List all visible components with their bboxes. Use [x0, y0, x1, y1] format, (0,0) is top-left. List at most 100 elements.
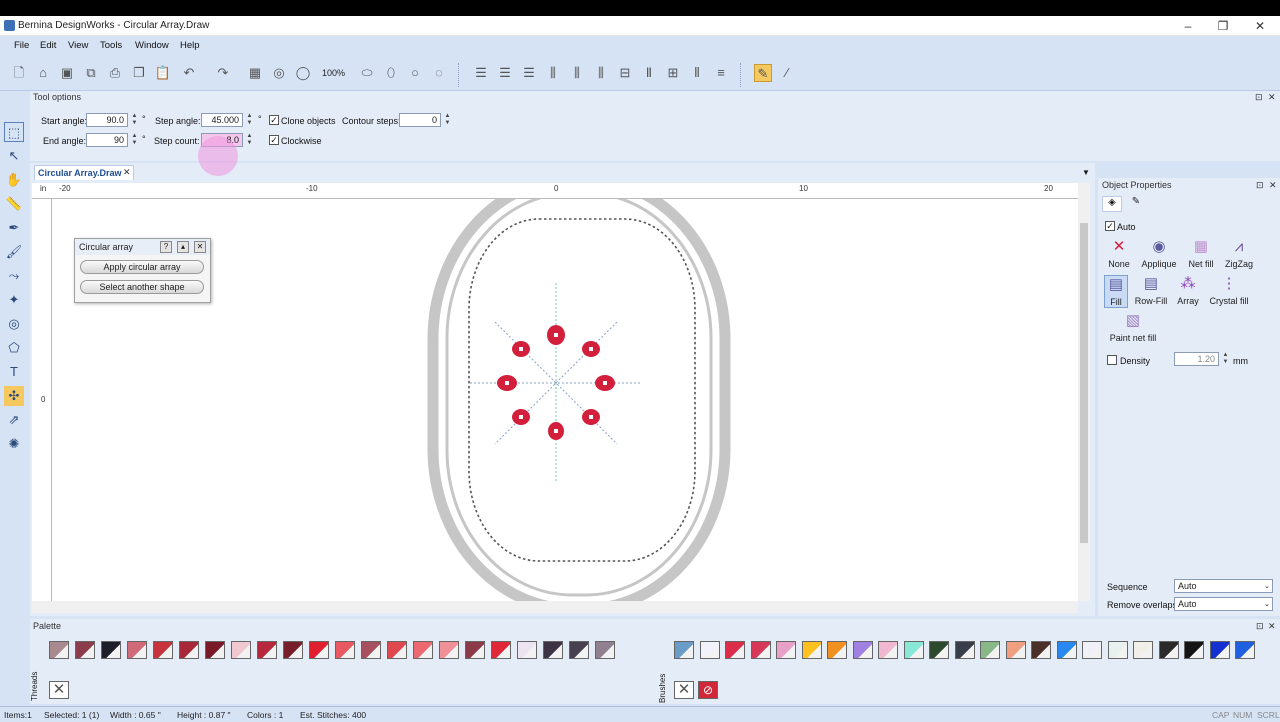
pin-icon[interactable]: ⊡	[1255, 92, 1263, 103]
ellipse-tool-icon[interactable]: ◎	[4, 314, 24, 334]
thread-color-swatch[interactable]	[569, 641, 589, 659]
eraser-icon[interactable]: ⁄	[778, 64, 796, 82]
text-tool-icon[interactable]: T	[4, 362, 24, 382]
drawing-canvas[interactable]: Circular array ? ▴ ✕ Apply circular arra…	[52, 199, 1078, 601]
step-count-spinner[interactable]: ▲ ▼	[245, 133, 254, 147]
select-tool-icon[interactable]: ⬚	[4, 122, 24, 142]
grid-icon[interactable]: ▦	[246, 64, 264, 82]
dialog-close-icon[interactable]: ✕	[194, 241, 206, 253]
apply-circular-array-button[interactable]: Apply circular array	[80, 260, 204, 274]
fill-paintnet-option[interactable]: ▧ Paint net fill	[1106, 312, 1160, 343]
pin-icon[interactable]: ⊡	[1256, 621, 1264, 632]
clone-objects-checkbox[interactable]: ✓	[269, 115, 279, 125]
vertical-scrollbar[interactable]	[1078, 183, 1090, 601]
thread-color-swatch[interactable]	[101, 641, 121, 659]
thread-color-swatch[interactable]	[903, 641, 924, 659]
minimize-button[interactable]: –	[1170, 16, 1206, 36]
hoop-icon[interactable]: ◎	[270, 64, 288, 82]
brush-tool-icon[interactable]: ✎	[754, 64, 772, 82]
thread-color-swatch[interactable]	[1107, 641, 1128, 659]
start-angle-input[interactable]: 90.0	[86, 113, 128, 127]
thread-color-swatch[interactable]	[1031, 641, 1051, 659]
thread-color-swatch[interactable]	[1005, 641, 1026, 659]
thread-color-swatch[interactable]	[153, 641, 173, 659]
thread-color-swatch[interactable]	[127, 641, 147, 659]
fill-crystal-option[interactable]: ⋮ Crystal fill	[1206, 275, 1252, 306]
menu-window[interactable]: Window	[135, 40, 169, 51]
density-spinner[interactable]: ▲ ▼	[1221, 352, 1230, 366]
menu-edit[interactable]: Edit	[40, 40, 56, 51]
thread-color-swatch[interactable]	[205, 641, 225, 659]
brush-tool-icon[interactable]: 🖌	[4, 242, 24, 262]
thread-color-swatch[interactable]	[1082, 641, 1102, 659]
thread-color-swatch[interactable]	[1235, 641, 1255, 659]
thread-color-swatch[interactable]	[699, 641, 720, 659]
thread-color-swatch[interactable]	[517, 641, 537, 659]
fill-rowfill-option[interactable]: ▤ Row-Fill	[1132, 275, 1170, 306]
thread-color-swatch[interactable]	[776, 641, 796, 659]
step-angle-spinner[interactable]: ▲ ▼	[245, 113, 254, 127]
menu-view[interactable]: View	[68, 40, 88, 51]
bezier-tool-icon[interactable]: ⤳	[4, 266, 24, 286]
thread-color-swatch[interactable]	[491, 641, 511, 659]
end-angle-spinner[interactable]: ▲ ▼	[130, 133, 139, 147]
align-center-icon[interactable]: ☰	[496, 64, 514, 82]
circular-array-tool-icon[interactable]: ✣	[4, 386, 24, 406]
thread-color-swatch[interactable]	[387, 641, 407, 659]
thread-color-swatch[interactable]	[1209, 641, 1230, 659]
wand-tool-icon[interactable]: ✦	[4, 290, 24, 310]
menu-tools[interactable]: Tools	[100, 40, 122, 51]
brushes-tab[interactable]: Brushes	[658, 674, 667, 703]
end-angle-input[interactable]: 90	[86, 133, 128, 147]
threads-tab[interactable]: Threads	[30, 672, 39, 701]
close-icon[interactable]: ✕	[1268, 621, 1276, 632]
thread-color-swatch[interactable]	[595, 641, 615, 659]
combine-icon[interactable]: ◌	[430, 64, 448, 82]
node-tool-icon[interactable]: ↖	[4, 146, 24, 166]
thread-color-swatch[interactable]	[257, 641, 277, 659]
help-icon[interactable]: ?	[160, 241, 172, 253]
fill-net-option[interactable]: ▦ Net fill	[1184, 238, 1218, 269]
select-another-shape-button[interactable]: Select another shape	[80, 280, 204, 294]
thread-color-swatch[interactable]	[674, 641, 694, 659]
thread-color-swatch[interactable]	[1184, 641, 1204, 659]
pin-icon[interactable]: ⊡	[1256, 180, 1264, 191]
align-right-icon[interactable]: ☰	[520, 64, 538, 82]
maximize-button[interactable]: ❐	[1205, 16, 1241, 36]
thread-color-swatch[interactable]	[878, 641, 898, 659]
thread-color-swatch[interactable]	[465, 641, 485, 659]
dropdown-arrow-icon[interactable]: ▼	[1082, 168, 1090, 177]
measure-tool-icon[interactable]: 📏	[4, 194, 24, 214]
distribute-v-icon[interactable]: Ⅱ	[640, 64, 658, 82]
thread-color-swatch[interactable]	[335, 641, 355, 659]
fill-array-option[interactable]: ⁂ Array	[1174, 275, 1202, 306]
effects-tool-icon[interactable]: ✺	[4, 434, 24, 454]
align-left-icon[interactable]: ☰	[472, 64, 490, 82]
thread-color-swatch[interactable]	[801, 641, 822, 659]
thread-color-swatch[interactable]	[725, 641, 745, 659]
frame-icon[interactable]: ◯	[294, 64, 312, 82]
thread-color-swatch[interactable]	[929, 641, 949, 659]
start-angle-spinner[interactable]: ▲ ▼	[130, 113, 139, 127]
distribute-h-icon[interactable]: ⊟	[616, 64, 634, 82]
fill-none-option[interactable]: ✕ None	[1104, 238, 1134, 269]
sequence-select[interactable]: Auto	[1174, 579, 1273, 593]
horizontal-scrollbar[interactable]	[32, 601, 1078, 613]
fill-tab-icon[interactable]: ◈	[1102, 196, 1122, 212]
density-input[interactable]: 1.20	[1174, 352, 1219, 366]
menu-file[interactable]: File	[14, 40, 29, 51]
redo-icon[interactable]: ↷	[214, 64, 232, 82]
no-brush-icon[interactable]: ✕	[674, 681, 694, 699]
close-icon[interactable]: ✕	[1269, 180, 1277, 191]
trim-icon[interactable]: ○	[406, 64, 424, 82]
menu-help[interactable]: Help	[180, 40, 200, 51]
thread-color-swatch[interactable]	[954, 641, 975, 659]
clockwise-checkbox[interactable]: ✓	[269, 135, 279, 145]
chevron-down-icon[interactable]: ⌄	[1264, 582, 1270, 590]
contour-steps-spinner[interactable]: ▲ ▼	[443, 113, 452, 127]
space-v-icon[interactable]: ≡	[712, 64, 730, 82]
thread-color-swatch[interactable]	[361, 641, 381, 659]
close-icon[interactable]: ✕	[1268, 92, 1276, 103]
thread-color-swatch[interactable]	[439, 641, 459, 659]
fill-applique-option[interactable]: ◉ Applique	[1138, 238, 1180, 269]
